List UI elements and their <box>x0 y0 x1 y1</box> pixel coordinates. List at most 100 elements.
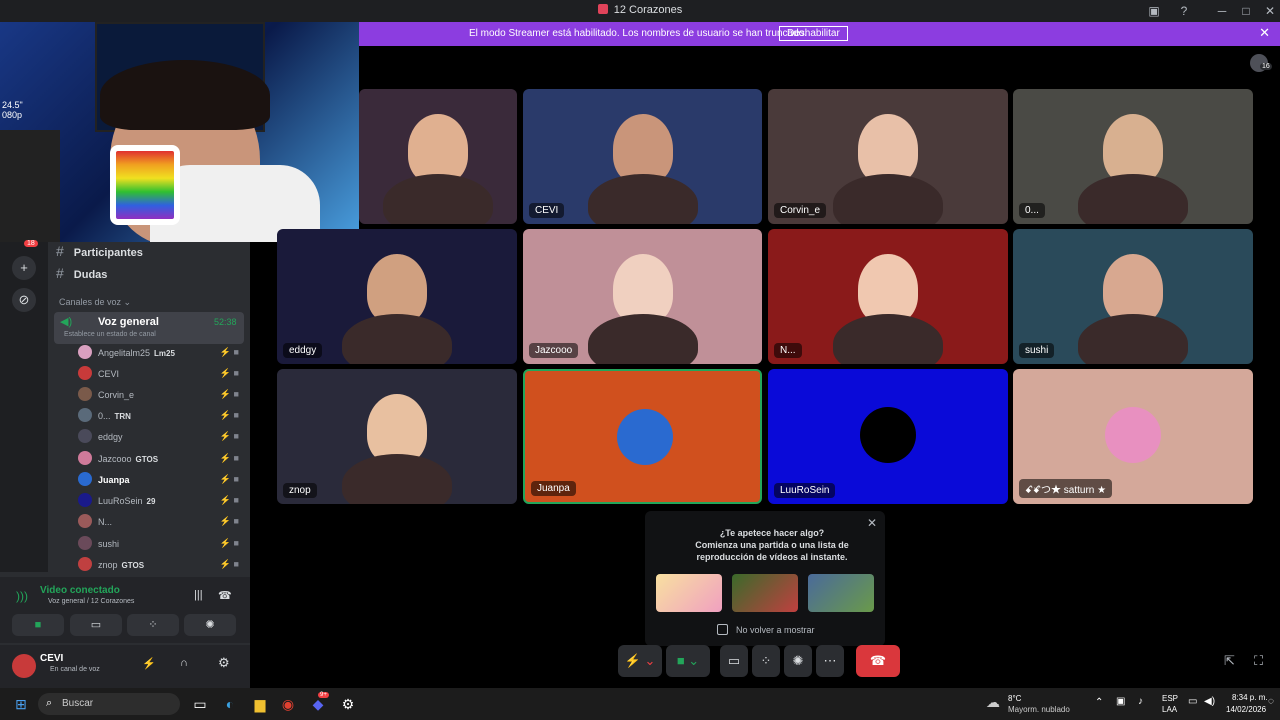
soundboard-control[interactable]: ✺ <box>784 645 812 677</box>
disable-streamer-button[interactable]: Deshabilitar <box>779 26 848 41</box>
video-tile[interactable]: eddgy <box>277 229 517 364</box>
title-bar: 12 Corazones ▣ ? ─ □ ✕ <box>0 0 1280 22</box>
activity-thumb-3[interactable] <box>808 574 874 612</box>
member-10[interactable]: znop GTOS ⚡ ■ <box>78 557 243 577</box>
voice-channel-general[interactable]: ◀) Voz general 52:38 Establece un estado… <box>54 312 244 344</box>
windows-start-icon[interactable]: ⊞ <box>11 694 31 714</box>
video-tile[interactable]: N... <box>768 229 1008 364</box>
signal-icon: ))) <box>16 589 28 603</box>
activity-thumb-1[interactable] <box>656 574 722 612</box>
screen-share-control[interactable]: ▭ <box>720 645 748 677</box>
participant-body <box>1078 314 1188 364</box>
mute-camera-icon: ⚡ ■ <box>219 347 239 357</box>
file-explorer-icon[interactable]: ▆ <box>250 694 270 714</box>
video-tile[interactable]: Juanpa <box>523 369 762 504</box>
microphone-icon[interactable]: ♪ <box>1138 696 1143 707</box>
member-name: Jazcooo <box>98 454 132 464</box>
more-options-icon[interactable]: ⋯ <box>816 645 844 677</box>
camera-control-button[interactable]: ■ ⌄ <box>666 645 710 677</box>
close-icon[interactable]: ✕ <box>1259 25 1270 41</box>
fullscreen-icon[interactable]: ⛶ <box>1254 653 1263 669</box>
notification-icon[interactable]: ◌ <box>1268 696 1274 707</box>
no-show-label[interactable]: No volver a mostrar <box>736 625 815 635</box>
member-2[interactable]: Corvin_e ⚡ ■ <box>78 387 243 407</box>
camera-toggle-button[interactable]: ■ <box>12 614 64 636</box>
video-tile[interactable] <box>359 89 517 224</box>
clock-time[interactable]: 8:34 p. m. <box>1232 693 1268 702</box>
mute-camera-icon: ⚡ ■ <box>219 368 239 378</box>
member-tag: GTOS <box>135 455 159 464</box>
disconnect-button[interactable]: ☎ <box>856 645 900 677</box>
video-tile[interactable]: znop <box>277 369 517 504</box>
participant-body <box>833 174 943 224</box>
voice-channels-header[interactable]: Canales de voz ⌄ <box>59 297 131 308</box>
video-tile[interactable]: Corvin_e <box>768 89 1008 224</box>
lang-2[interactable]: LAA <box>1162 705 1177 714</box>
avatar[interactable] <box>12 654 36 678</box>
popout-icon[interactable]: ⇱ <box>1224 653 1235 669</box>
channel-status-hint[interactable]: Establece un estado de canal <box>64 331 156 338</box>
headphones-icon[interactable]: ∩ <box>180 657 188 669</box>
weather-desc: Mayorm. nublado <box>1008 705 1070 714</box>
rainbow-mug <box>110 145 180 225</box>
member-tag: TRN <box>114 412 131 421</box>
weather-icon[interactable]: ☁ <box>986 694 1000 711</box>
mute-control-button[interactable]: ⚡ ⌄ <box>618 645 662 677</box>
video-tile[interactable]: CEVI <box>523 89 762 224</box>
mute-camera-icon: ⚡ ■ <box>219 474 239 484</box>
activities-button[interactable]: ⁘ <box>127 614 179 636</box>
member-name: 0... <box>98 411 111 421</box>
video-tile[interactable]: sushi <box>1013 229 1253 364</box>
settings-gear-icon[interactable]: ⚙ <box>218 655 230 671</box>
chrome-icon[interactable]: ◉ <box>278 694 298 714</box>
discover-icon[interactable]: ⊘ <box>12 288 36 312</box>
member-8[interactable]: N... ⚡ ■ <box>78 514 243 534</box>
member-3[interactable]: 0... TRN ⚡ ■ <box>78 408 243 428</box>
voice-location[interactable]: Voz general / 12 Corazones <box>48 598 134 605</box>
mute-icon[interactable]: ⚡ <box>142 657 156 670</box>
tray-app-icon[interactable]: ▣ <box>1116 696 1125 707</box>
member-7[interactable]: LuuRoSein 29 ⚡ ■ <box>78 493 243 513</box>
member-name: LuuRoSein <box>98 496 143 506</box>
soundboard-button[interactable]: ✺ <box>184 614 236 636</box>
participant-name: Corvin_e <box>774 203 827 218</box>
channel-dudas[interactable]: # Dudas <box>56 265 107 285</box>
avatar <box>78 451 92 465</box>
task-view-icon[interactable]: ▭ <box>190 694 210 714</box>
participant-body <box>1078 174 1188 224</box>
video-tile[interactable]: 0... <box>1013 89 1253 224</box>
tray-chevron-icon[interactable]: ⌃ <box>1095 697 1103 708</box>
inbox-icon[interactable]: ▣ <box>1140 0 1168 22</box>
clock-date[interactable]: 14/02/2026 <box>1226 705 1266 714</box>
noise-suppression-icon[interactable]: ||| <box>194 589 203 601</box>
activity-thumb-2[interactable] <box>732 574 798 612</box>
close-button[interactable]: ✕ <box>1256 0 1280 22</box>
member-0[interactable]: Angelitalm25 Lm25 ⚡ ■ <box>78 345 243 365</box>
username: CEVI <box>40 653 64 664</box>
mute-camera-icon: ⚡ ■ <box>219 559 239 569</box>
help-icon[interactable]: ? <box>1170 0 1198 22</box>
disconnect-icon[interactable]: ☎ <box>218 589 232 602</box>
member-5[interactable]: Jazcooo GTOS ⚡ ■ <box>78 451 243 471</box>
avatar <box>78 514 92 528</box>
member-9[interactable]: sushi ⚡ ■ <box>78 536 243 556</box>
member-4[interactable]: eddgy ⚡ ■ <box>78 429 243 449</box>
video-tile[interactable]: Jazcooo <box>523 229 762 364</box>
app-icon[interactable]: ⚙ <box>338 694 358 714</box>
volume-icon[interactable]: ◀) <box>1204 696 1215 707</box>
taskbar-search[interactable]: ⌕ Buscar <box>38 693 180 715</box>
member-1[interactable]: CEVI ⚡ ■ <box>78 366 243 386</box>
activities-control[interactable]: ⁘ <box>752 645 780 677</box>
network-icon[interactable]: ▭ <box>1188 696 1197 707</box>
share-screen-button[interactable]: ▭ <box>70 614 122 636</box>
lang-1[interactable]: ESP <box>1162 694 1178 703</box>
rail-badge: 18 <box>24 240 38 247</box>
member-6[interactable]: Juanpa ⚡ ■ <box>78 472 243 492</box>
no-show-checkbox[interactable] <box>717 624 728 635</box>
channel-participantes[interactable]: # Participantes <box>56 243 143 263</box>
video-tile[interactable]: LuuRoSein <box>768 369 1008 504</box>
add-server-icon[interactable]: + <box>12 256 36 280</box>
edge-icon[interactable]: ◐ <box>220 694 240 714</box>
video-tile[interactable]: ꗃꗄつ★ satturn ★ <box>1013 369 1253 504</box>
member-name: znop <box>98 560 118 570</box>
